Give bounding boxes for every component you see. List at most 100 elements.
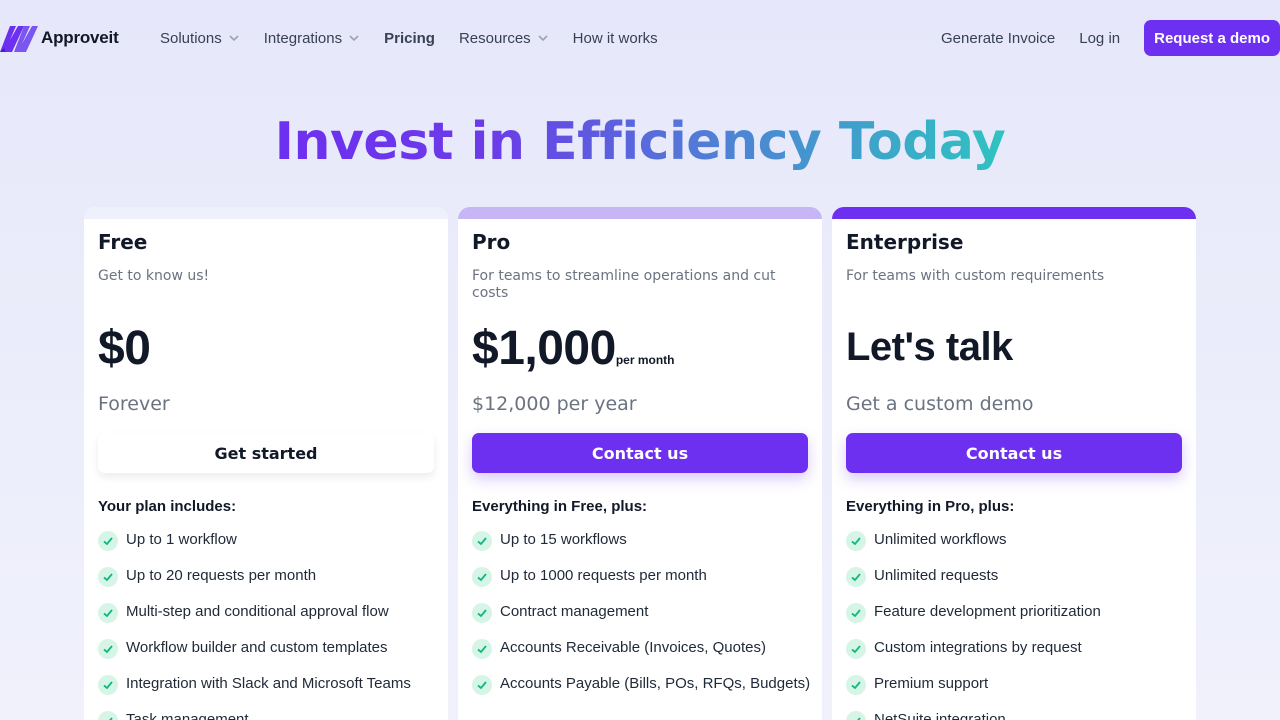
nav-item-pricing[interactable]: Pricing <box>384 30 435 47</box>
chevron-down-icon <box>229 35 239 42</box>
feature-text: Premium support <box>874 675 989 692</box>
plan-price-value: $1,000 <box>472 322 616 375</box>
nav-item-label: Resources <box>458 29 531 47</box>
feature-item: Unlimited requests <box>846 566 1186 602</box>
brand-name: Approveit <box>41 28 119 47</box>
top-navigation: Approveit Solutions Integrations Pricing… <box>0 0 1280 76</box>
feature-list: Up to 15 workflows Up to 1000 requests p… <box>472 530 812 710</box>
nav-item-label: Solutions <box>160 29 222 47</box>
feature-item: Unlimited workflows <box>846 530 1186 566</box>
chevron-down-icon <box>538 35 548 42</box>
generate-invoice-link[interactable]: Generate Invoice <box>941 30 1055 47</box>
feature-item: Up to 20 requests per month <box>98 566 438 602</box>
feature-text: Contract management <box>500 603 649 620</box>
plan-period: Forever <box>98 393 170 415</box>
nav-item-label: Integrations <box>263 29 343 47</box>
feature-item: Multi-step and conditional approval flow <box>98 602 438 638</box>
approveit-logo-icon <box>0 26 38 52</box>
feature-text: Up to 15 workflows <box>500 531 627 548</box>
feature-text: Integration with Slack and Microsoft Tea… <box>126 675 411 692</box>
check-icon <box>98 603 118 623</box>
request-demo-button[interactable]: Request a demo <box>1144 20 1280 56</box>
plan-card-free: Free Get to know us! $0 Forever Get star… <box>84 207 448 720</box>
plan-name: Enterprise <box>846 230 964 254</box>
feature-text: Multi-step and conditional approval flow <box>126 603 389 620</box>
check-icon <box>472 567 492 587</box>
plan-description: For teams with custom requirements <box>846 268 1105 284</box>
plan-includes-title: Everything in Pro, plus: <box>846 498 1015 515</box>
feature-text: NetSuite integration <box>874 711 1006 720</box>
check-icon <box>98 639 118 659</box>
plan-card-pro: Pro For teams to streamline operations a… <box>458 207 822 720</box>
plan-description: For teams to streamline operations and c… <box>472 268 776 301</box>
feature-text: Accounts Payable (Bills, POs, RFQs, Budg… <box>500 675 811 692</box>
check-icon <box>846 711 866 720</box>
check-icon <box>846 531 866 551</box>
check-icon <box>846 675 866 695</box>
plan-period: Get a custom demo <box>846 393 1034 415</box>
plan-includes-title: Everything in Free, plus: <box>472 498 648 515</box>
plan-price-value: $0 <box>98 322 151 375</box>
nav-actions: Generate Invoice Log in Request a demo <box>941 20 1280 56</box>
contact-us-button[interactable]: Contact us <box>472 433 808 473</box>
plan-card-topbar <box>458 207 822 219</box>
check-icon <box>472 675 492 695</box>
feature-item: NetSuite integration <box>846 710 1186 720</box>
plan-price: $0 <box>98 319 151 379</box>
feature-item: Custom integrations by request <box>846 638 1186 674</box>
check-icon <box>472 639 492 659</box>
plan-price-suffix: per month <box>615 353 675 367</box>
nav-item-resources[interactable]: Resources <box>459 30 549 47</box>
feature-text: Up to 1000 requests per month <box>500 567 707 584</box>
nav-item-solutions[interactable]: Solutions <box>160 30 240 47</box>
check-icon <box>98 567 118 587</box>
check-icon <box>98 675 118 695</box>
check-icon <box>98 711 118 720</box>
nav-links: Solutions Integrations Pricing Resources… <box>160 28 682 48</box>
brand-logo[interactable]: Approveit <box>0 22 119 54</box>
feature-text: Task management <box>126 711 249 720</box>
check-icon <box>98 531 118 551</box>
feature-list: Unlimited workflows Unlimited requests F… <box>846 530 1186 720</box>
plan-card-enterprise: Enterprise For teams with custom require… <box>832 207 1196 720</box>
feature-text: Up to 20 requests per month <box>126 567 317 584</box>
feature-list: Up to 1 workflow Up to 20 requests per m… <box>98 530 438 720</box>
feature-text: Up to 1 workflow <box>126 531 237 548</box>
plan-includes-title: Your plan includes: <box>98 498 237 515</box>
feature-item: Workflow builder and custom templates <box>98 638 438 674</box>
feature-text: Unlimited workflows <box>874 531 1007 548</box>
contact-us-button[interactable]: Contact us <box>846 433 1182 473</box>
plan-period: $12,000 per year <box>472 393 637 415</box>
feature-item: Integration with Slack and Microsoft Tea… <box>98 674 438 710</box>
plan-card-topbar <box>832 207 1196 219</box>
plan-name: Pro <box>472 230 511 254</box>
plan-price-value: Let's talk <box>846 325 1013 369</box>
feature-item: Task management <box>98 710 438 720</box>
check-icon <box>472 603 492 623</box>
feature-text: Workflow builder and custom templates <box>126 639 388 656</box>
check-icon <box>846 603 866 623</box>
get-started-button[interactable]: Get started <box>98 433 434 473</box>
feature-item: Up to 15 workflows <box>472 530 812 566</box>
feature-text: Accounts Receivable (Invoices, Quotes) <box>500 639 766 656</box>
nav-item-how-it-works[interactable]: How it works <box>573 30 658 47</box>
plan-price: $1,000per month <box>472 319 674 390</box>
check-icon <box>846 639 866 659</box>
login-link[interactable]: Log in <box>1079 30 1120 47</box>
chevron-down-icon <box>349 35 359 42</box>
nav-item-label: How it works <box>572 29 658 47</box>
nav-item-integrations[interactable]: Integrations <box>264 30 360 47</box>
hero-section: Invest in Efficiency Today <box>0 108 1280 176</box>
feature-text: Unlimited requests <box>874 567 999 584</box>
feature-item: Premium support <box>846 674 1186 710</box>
feature-item: Feature development prioritization <box>846 602 1186 638</box>
feature-text: Feature development prioritization <box>874 603 1101 620</box>
feature-item: Contract management <box>472 602 812 638</box>
plan-description: Get to know us! <box>98 268 210 284</box>
plan-price: Let's talk <box>846 317 1013 377</box>
feature-item: Up to 1000 requests per month <box>472 566 812 602</box>
feature-item: Accounts Payable (Bills, POs, RFQs, Budg… <box>472 674 812 710</box>
plan-card-topbar <box>84 207 448 219</box>
feature-item: Up to 1 workflow <box>98 530 438 566</box>
plan-name: Free <box>98 230 148 254</box>
